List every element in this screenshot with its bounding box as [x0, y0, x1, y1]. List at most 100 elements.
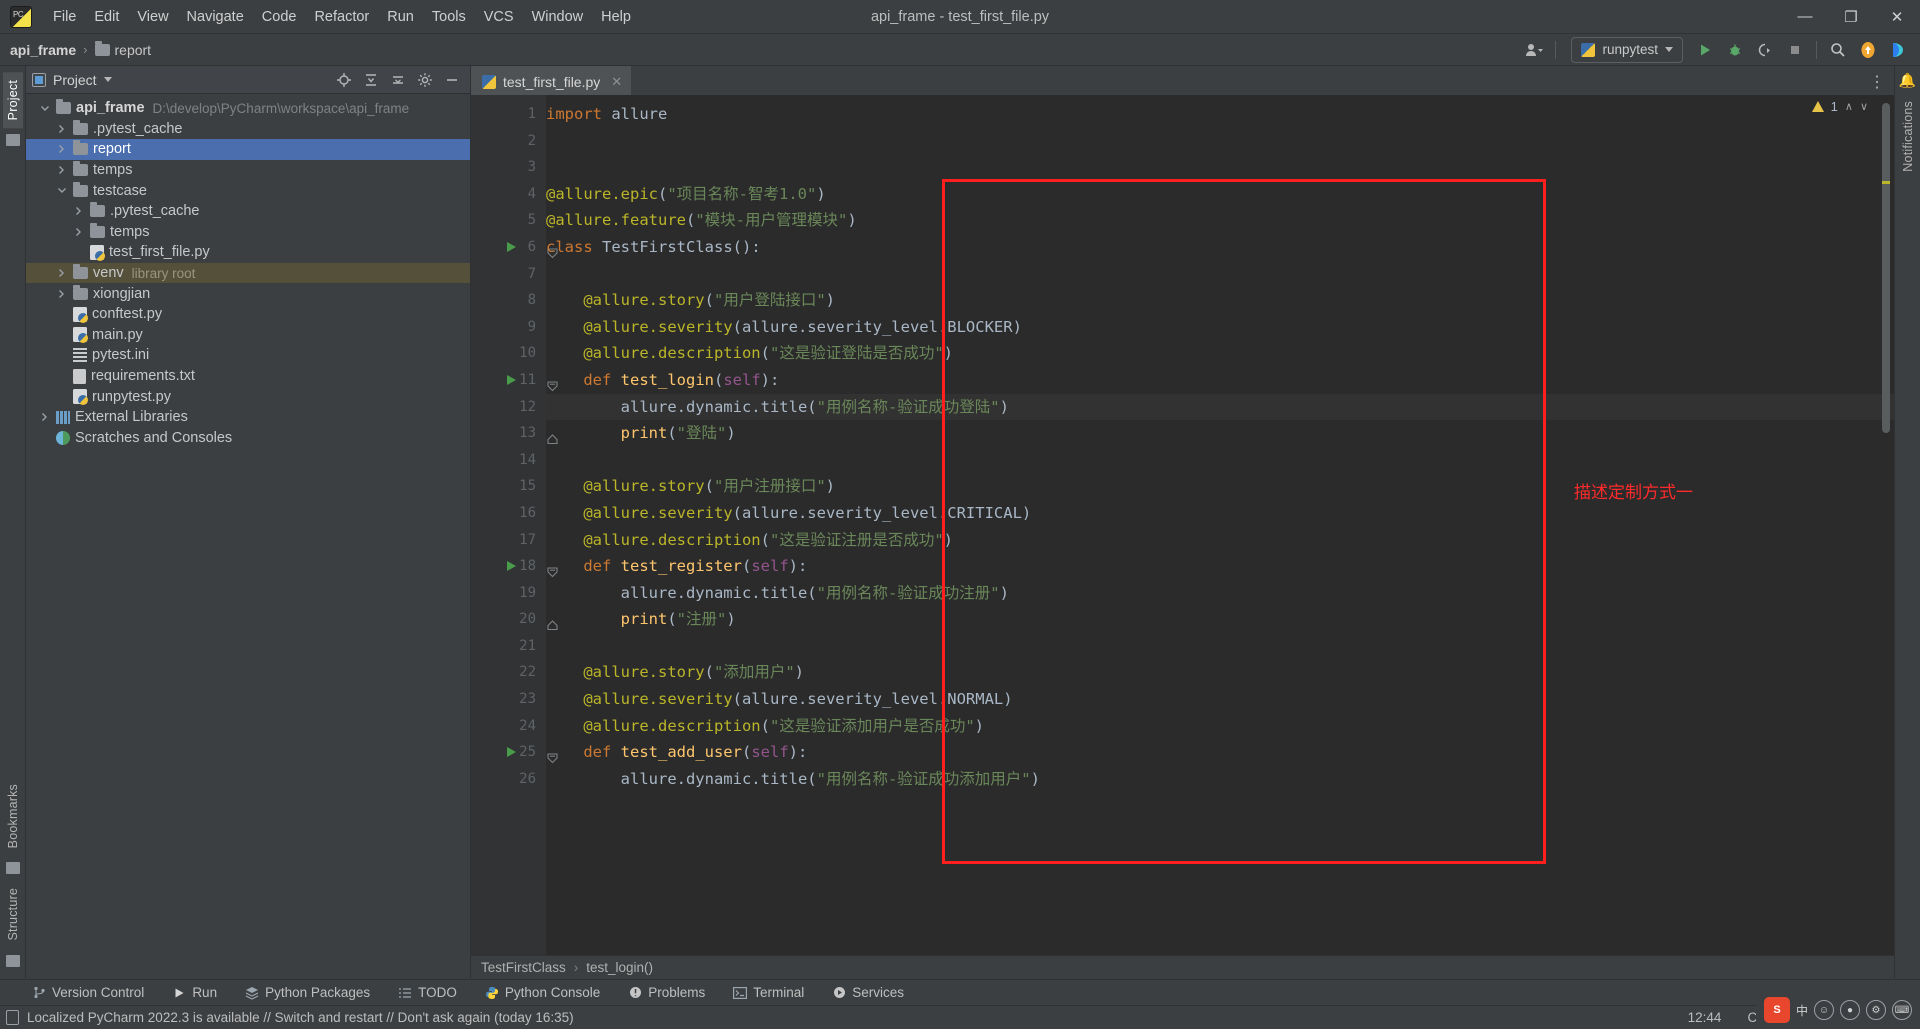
locate-icon[interactable]: [332, 69, 356, 91]
run-gutter-icon[interactable]: [507, 374, 516, 385]
close-button[interactable]: ✕: [1874, 0, 1920, 34]
gutter-line-23[interactable]: 23: [471, 686, 546, 713]
structure-folder-icon[interactable]: [5, 134, 20, 147]
code-editor[interactable]: 1 2 3 4 5 6 7 8 9 10 11 12 13 14 15 16 17 18 19 20 21 22 23 24 2…: [471, 95, 1894, 955]
inspection-marker[interactable]: [1882, 181, 1890, 184]
project-tree[interactable]: api_frame D:\develop\PyCharm\workspace\ap…: [26, 94, 470, 979]
code-line-14[interactable]: [546, 447, 1894, 474]
maximize-button[interactable]: ❐: [1828, 0, 1874, 34]
gutter-line-13[interactable]: 13: [471, 420, 558, 447]
tree-item-report[interactable]: report: [26, 139, 470, 160]
status-message[interactable]: Localized PyCharm 2022.3 is available //…: [27, 1010, 574, 1025]
collapse-all-icon[interactable]: [359, 69, 383, 91]
tree-item-runpytest-py[interactable]: runpytest.py: [26, 386, 470, 407]
gutter-line-17[interactable]: 17: [471, 527, 546, 554]
tree-item-pytest-ini[interactable]: pytest.ini: [26, 345, 470, 366]
tool-window-terminal[interactable]: Terminal: [729, 983, 808, 1002]
code-line-23[interactable]: @allure.severity(allure.severity_level.N…: [546, 686, 1894, 713]
hide-panel-icon[interactable]: [440, 69, 464, 91]
tool-window-run[interactable]: Run: [168, 983, 221, 1002]
gutter-line-19[interactable]: 19: [471, 580, 546, 607]
menu-item-edit[interactable]: Edit: [85, 6, 128, 28]
run-gutter-icon[interactable]: [507, 747, 516, 758]
code-line-21[interactable]: [546, 633, 1894, 660]
chevron-right-icon[interactable]: [38, 411, 51, 424]
run-with-coverage-button[interactable]: [1751, 37, 1779, 63]
code-line-8[interactable]: @allure.story("用户登陆接口"): [546, 287, 1894, 314]
settings-icon[interactable]: ⚙: [1866, 1000, 1886, 1020]
breadcrumb-class[interactable]: TestFirstClass: [481, 960, 566, 975]
chevron-right-icon[interactable]: [55, 143, 68, 156]
gutter-line-5[interactable]: 5: [471, 207, 546, 234]
menu-item-refactor[interactable]: Refactor: [305, 6, 378, 28]
gutter-line-16[interactable]: 16: [471, 500, 546, 527]
keyboard-icon[interactable]: ⌨: [1892, 1000, 1912, 1020]
code-line-22[interactable]: @allure.story("添加用户"): [546, 659, 1894, 686]
ime-mode-label[interactable]: 中: [1796, 1002, 1808, 1019]
code-line-25[interactable]: def test_add_user(self):: [546, 739, 1894, 766]
code-line-1[interactable]: import allure: [546, 101, 1894, 128]
code-line-9[interactable]: @allure.severity(allure.severity_level.B…: [546, 314, 1894, 341]
project-panel-title-group[interactable]: Project: [32, 72, 112, 88]
gutter-line-12[interactable]: 12: [471, 394, 546, 421]
code-line-13[interactable]: print("登陆"): [546, 420, 1894, 447]
tree-item-venv[interactable]: venv library root: [26, 262, 470, 284]
chevron-right-icon[interactable]: [55, 122, 68, 135]
gutter-line-20[interactable]: 20: [471, 606, 558, 633]
tree-item-external-libraries[interactable]: External Libraries: [26, 407, 470, 428]
notifications-bell-icon[interactable]: 🔔: [1899, 72, 1916, 89]
tree-item-test-first-file-py[interactable]: test_first_file.py: [26, 242, 470, 263]
gutter-line-4[interactable]: 4: [471, 181, 546, 208]
sidebar-tab-bookmarks[interactable]: Bookmarks: [3, 776, 23, 856]
chevron-down-icon[interactable]: [38, 102, 51, 115]
breadcrumb-method[interactable]: test_login(): [586, 960, 653, 975]
ai-assistant-icon[interactable]: [1884, 37, 1912, 63]
tree-item-testcase[interactable]: testcase: [26, 180, 470, 201]
gutter-line-6[interactable]: 6: [471, 234, 558, 261]
tool-window-services[interactable]: Services: [828, 983, 908, 1002]
tree-item-main-py[interactable]: main.py: [26, 325, 470, 346]
tree-item-temps[interactable]: temps: [26, 160, 470, 181]
stop-button[interactable]: [1781, 37, 1809, 63]
inspection-widget[interactable]: 1 ∧ ∨: [1811, 99, 1868, 114]
code-line-17[interactable]: @allure.description("这是验证注册是否成功"): [546, 527, 1894, 554]
tool-window-python-console[interactable]: Python Console: [481, 983, 604, 1002]
code-line-7[interactable]: [546, 261, 1894, 288]
tree-item--pytest-cache[interactable]: .pytest_cache: [26, 201, 470, 222]
breadcrumb-project[interactable]: api_frame: [10, 42, 76, 58]
chevron-right-icon[interactable]: [72, 225, 85, 238]
updates-icon[interactable]: [1854, 37, 1882, 63]
menu-item-tools[interactable]: Tools: [423, 6, 475, 28]
gutter-line-8[interactable]: 8: [471, 287, 546, 314]
run-button[interactable]: [1691, 37, 1719, 63]
tree-item--pytest-cache[interactable]: .pytest_cache: [26, 119, 470, 140]
sidebar-tab-notifications[interactable]: Notifications: [1898, 93, 1918, 180]
status-message-group[interactable]: Localized PyCharm 2022.3 is available //…: [6, 1010, 574, 1025]
menu-item-navigate[interactable]: Navigate: [178, 6, 253, 28]
menu-item-code[interactable]: Code: [253, 6, 306, 28]
editor-scrollbar[interactable]: [1882, 103, 1890, 433]
tree-item-conftest-py[interactable]: conftest.py: [26, 304, 470, 325]
code-line-26[interactable]: allure.dynamic.title("用例名称-验证成功添加用户"): [546, 766, 1894, 793]
gutter-line-26[interactable]: 26: [471, 766, 546, 793]
code-line-16[interactable]: @allure.severity(allure.severity_level.C…: [546, 500, 1894, 527]
code-line-2[interactable]: [546, 128, 1894, 155]
caret-position[interactable]: 12:44: [1684, 1009, 1726, 1026]
gutter-line-10[interactable]: 10: [471, 340, 546, 367]
code-line-5[interactable]: @allure.feature("模块-用户管理模块"): [546, 207, 1894, 234]
menu-item-view[interactable]: View: [128, 6, 177, 28]
gutter-line-9[interactable]: 9: [471, 314, 546, 341]
close-icon[interactable]: ✕: [611, 74, 622, 90]
sogou-ime-icon[interactable]: S: [1763, 997, 1790, 1023]
chevron-right-icon[interactable]: [72, 205, 85, 218]
menu-item-run[interactable]: Run: [378, 6, 423, 28]
menu-item-window[interactable]: Window: [523, 6, 593, 28]
editor-gutter[interactable]: 1 2 3 4 5 6 7 8 9 10 11 12 13 14 15 16 17 18 19 20 21 22 23 24 2…: [471, 95, 558, 955]
gutter-line-1[interactable]: 1: [471, 101, 546, 128]
tree-item-temps[interactable]: temps: [26, 222, 470, 243]
code-line-3[interactable]: [546, 154, 1894, 181]
gutter-line-7[interactable]: 7: [471, 261, 546, 288]
run-gutter-icon[interactable]: [507, 561, 516, 572]
expand-icon[interactable]: [386, 69, 410, 91]
menu-item-help[interactable]: Help: [592, 6, 640, 28]
